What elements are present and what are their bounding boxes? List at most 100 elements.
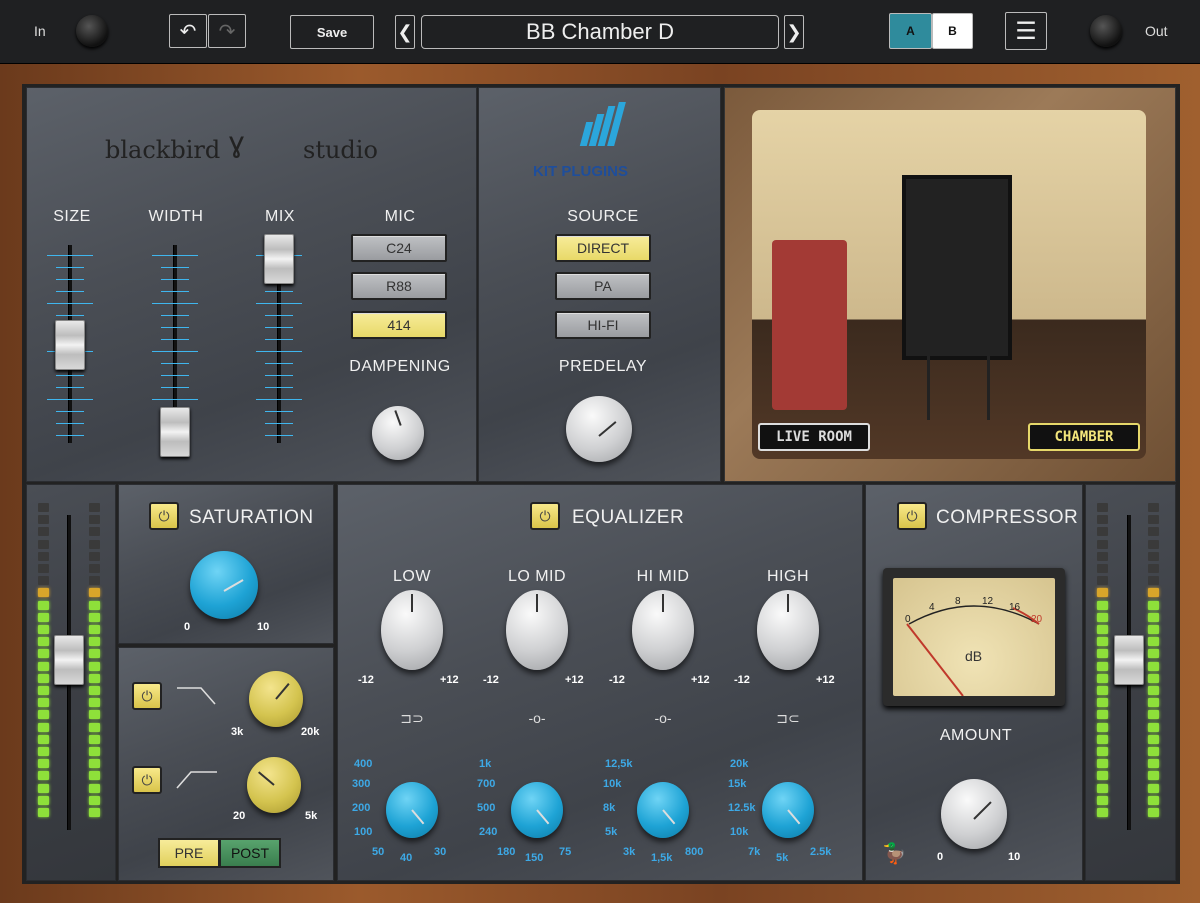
mic-r88-button[interactable]: R88 — [351, 272, 447, 300]
input-meter-led — [89, 600, 100, 610]
eq-freq-knob-pointer — [662, 809, 676, 825]
mic-c24-button[interactable]: C24 — [351, 234, 447, 262]
save-button[interactable]: Save — [290, 15, 374, 49]
eq-freq-label: 10k — [603, 778, 622, 790]
input-meter-led — [38, 564, 49, 573]
dampening-knob[interactable] — [372, 406, 424, 460]
eq-freq-knob[interactable] — [762, 782, 814, 838]
output-meter-led — [1097, 539, 1108, 549]
chamber-button[interactable]: CHAMBER — [1028, 423, 1140, 451]
mix-fader-tick — [265, 327, 293, 328]
eq-freq-label: 30 — [434, 846, 447, 858]
source-hifi-button[interactable]: HI-FI — [555, 311, 651, 339]
predelay-knob[interactable] — [566, 396, 632, 462]
size-fader-tick — [47, 255, 93, 256]
input-meter-led — [89, 686, 100, 695]
amount-knob[interactable] — [941, 779, 1007, 849]
eq-shape-icon: ⊐⊂ — [776, 710, 800, 726]
duck-icon: 🦆 — [882, 843, 907, 865]
output-meter-led — [1148, 759, 1159, 769]
size-fader-handle[interactable] — [55, 320, 85, 370]
saturation-knob[interactable] — [190, 551, 258, 619]
highpass-knob[interactable] — [247, 757, 301, 813]
live-room-button[interactable]: LIVE ROOM — [758, 423, 870, 451]
mix-fader-handle[interactable] — [264, 234, 294, 284]
lowpass-knob[interactable] — [249, 671, 303, 727]
eq-freq-knob[interactable] — [637, 782, 689, 838]
eq-freq-label: 180 — [497, 846, 516, 858]
input-meter-led — [89, 661, 100, 671]
dampening-label: DAMPENING — [349, 358, 451, 375]
lowpass-curve-icon — [177, 687, 216, 705]
menu-button[interactable]: ☰ — [1005, 12, 1047, 50]
input-meter-led — [89, 759, 100, 769]
mix-fader-tick — [265, 375, 293, 376]
input-meter-led — [89, 612, 100, 622]
post-button[interactable]: POST — [219, 838, 281, 868]
lowpass-power-button[interactable]: ⏻ — [132, 682, 162, 710]
vu-scale-4: 4 — [929, 602, 935, 613]
redo-button[interactable]: ↷ — [208, 14, 246, 48]
size-fader-tick — [56, 315, 84, 316]
eq-freq-label: 240 — [479, 826, 498, 838]
mix-fader-tick — [265, 291, 293, 292]
input-meter-led — [89, 637, 100, 647]
output-gain-knob[interactable] — [1090, 15, 1122, 47]
output-meter-led — [1148, 747, 1159, 756]
eq-freq-label: 800 — [685, 846, 704, 858]
highpass-curve-icon — [176, 771, 217, 789]
eq-gain-knob[interactable] — [632, 590, 694, 670]
eq-gain-min: -12 — [609, 674, 625, 686]
input-meter-led — [38, 698, 49, 708]
eq-gain-knob-pointer — [787, 594, 789, 612]
input-gain-knob[interactable] — [76, 15, 108, 47]
highpass-power-button[interactable]: ⏻ — [132, 766, 162, 794]
bird-icon: ɣ — [229, 126, 245, 159]
eq-freq-knob[interactable] — [386, 782, 438, 838]
eq-freq-label: 100 — [354, 826, 373, 838]
size-fader-tick — [56, 435, 84, 436]
mix-fader-tick — [265, 423, 293, 424]
undo-button[interactable]: ↶ — [169, 14, 207, 48]
output-meter-led — [1148, 698, 1159, 708]
mic-stand-right — [987, 260, 990, 420]
eq-gain-knob-pointer — [662, 594, 664, 612]
ab-b-button[interactable]: B — [932, 13, 973, 49]
width-fader-handle[interactable] — [160, 407, 190, 457]
size-fader-tick — [47, 399, 93, 400]
pre-button[interactable]: PRE — [158, 838, 220, 868]
mic-414-button[interactable]: 414 — [351, 311, 447, 339]
eq-freq-knob-pointer — [411, 809, 425, 825]
input-meter-led — [89, 795, 100, 805]
input-meter-led — [38, 783, 49, 793]
preset-name-display[interactable]: BB Chamber D — [421, 15, 779, 49]
output-meter-led — [1097, 661, 1108, 671]
next-preset-button[interactable]: ❯ — [784, 15, 804, 49]
eq-freq-label: 500 — [477, 802, 496, 814]
mix-fader-tick — [265, 315, 293, 316]
eq-gain-max: +12 — [565, 674, 584, 686]
eq-freq-label: 7k — [748, 846, 761, 858]
source-pa-button[interactable]: PA — [555, 272, 651, 300]
output-fader-handle[interactable] — [1114, 635, 1144, 685]
output-meter-led — [1148, 686, 1159, 695]
power-icon: ⏻ — [141, 687, 153, 704]
equalizer-power-button[interactable]: ⏻ — [530, 502, 560, 530]
saturation-power-button[interactable]: ⏻ — [149, 502, 179, 530]
size-fader-tick — [56, 387, 84, 388]
input-fader-handle[interactable] — [54, 635, 84, 685]
source-direct-button[interactable]: DIRECT — [555, 234, 651, 262]
prev-preset-button[interactable]: ❮ — [395, 15, 415, 49]
eq-gain-knob[interactable] — [757, 590, 819, 670]
compressor-power-button[interactable]: ⏻ — [897, 502, 927, 530]
amount-label: AMOUNT — [939, 727, 1013, 744]
input-meter-led — [89, 576, 100, 586]
vu-meter-scale — [906, 605, 1040, 696]
eq-freq-knob[interactable] — [511, 782, 563, 838]
ab-a-button[interactable]: A — [889, 13, 932, 49]
eq-gain-knob[interactable] — [381, 590, 443, 670]
output-meter-led — [1097, 576, 1108, 586]
studio-logo-left: blackbird — [105, 136, 221, 164]
eq-gain-knob[interactable] — [506, 590, 568, 670]
redo-icon: ↷ — [218, 20, 236, 43]
